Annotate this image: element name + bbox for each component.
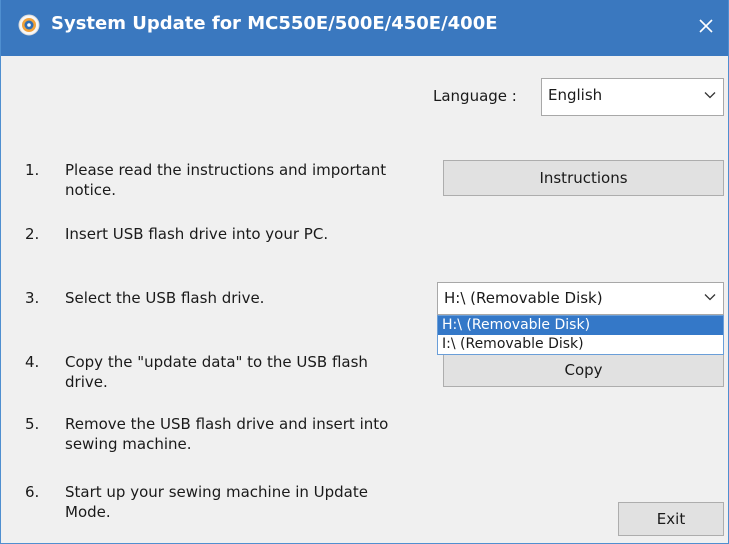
instructions-button[interactable]: Instructions bbox=[443, 160, 724, 196]
step-number: 2. bbox=[25, 225, 40, 243]
step-text: Please read the instructions and importa… bbox=[65, 161, 387, 199]
step-number: 5. bbox=[25, 415, 40, 433]
window-title: System Update for MC550E/500E/450E/400E bbox=[51, 13, 498, 34]
step-number: 6. bbox=[25, 483, 40, 501]
language-select[interactable]: English bbox=[541, 78, 724, 116]
chevron-down-icon bbox=[704, 294, 716, 301]
usb-drive-select[interactable]: H:\ (Removable Disk) bbox=[437, 282, 724, 315]
usb-drive-selected-value: H:\ (Removable Disk) bbox=[444, 289, 603, 307]
step-number: 1. bbox=[25, 161, 40, 179]
title-bar[interactable]: System Update for MC550E/500E/450E/400E bbox=[1, 0, 728, 56]
chevron-down-icon bbox=[704, 92, 716, 99]
update-disc-icon bbox=[18, 14, 40, 36]
step-number: 4. bbox=[25, 353, 40, 371]
copy-button[interactable]: Copy bbox=[443, 353, 724, 387]
usb-drive-option-i[interactable]: I:\ (Removable Disk) bbox=[438, 335, 723, 354]
language-selected-value: English bbox=[548, 86, 603, 104]
close-icon bbox=[699, 19, 713, 33]
usb-drive-dropdown-list: H:\ (Removable Disk) I:\ (Removable Disk… bbox=[437, 315, 724, 355]
close-button[interactable] bbox=[688, 8, 724, 44]
step-text: Insert USB flash drive into your PC. bbox=[65, 225, 329, 243]
step-text: Start up your sewing machine in Update M… bbox=[65, 483, 368, 521]
step-number: 3. bbox=[25, 289, 40, 307]
step-text: Copy the "update data" to the USB flash … bbox=[65, 353, 368, 391]
step-text: Remove the USB flash drive and insert in… bbox=[65, 415, 389, 453]
language-label: Language : bbox=[433, 87, 517, 105]
step-text: Select the USB flash drive. bbox=[65, 289, 265, 307]
system-update-window: System Update for MC550E/500E/450E/400E … bbox=[0, 0, 729, 544]
exit-button[interactable]: Exit bbox=[618, 502, 724, 536]
usb-drive-option-h[interactable]: H:\ (Removable Disk) bbox=[438, 316, 723, 335]
